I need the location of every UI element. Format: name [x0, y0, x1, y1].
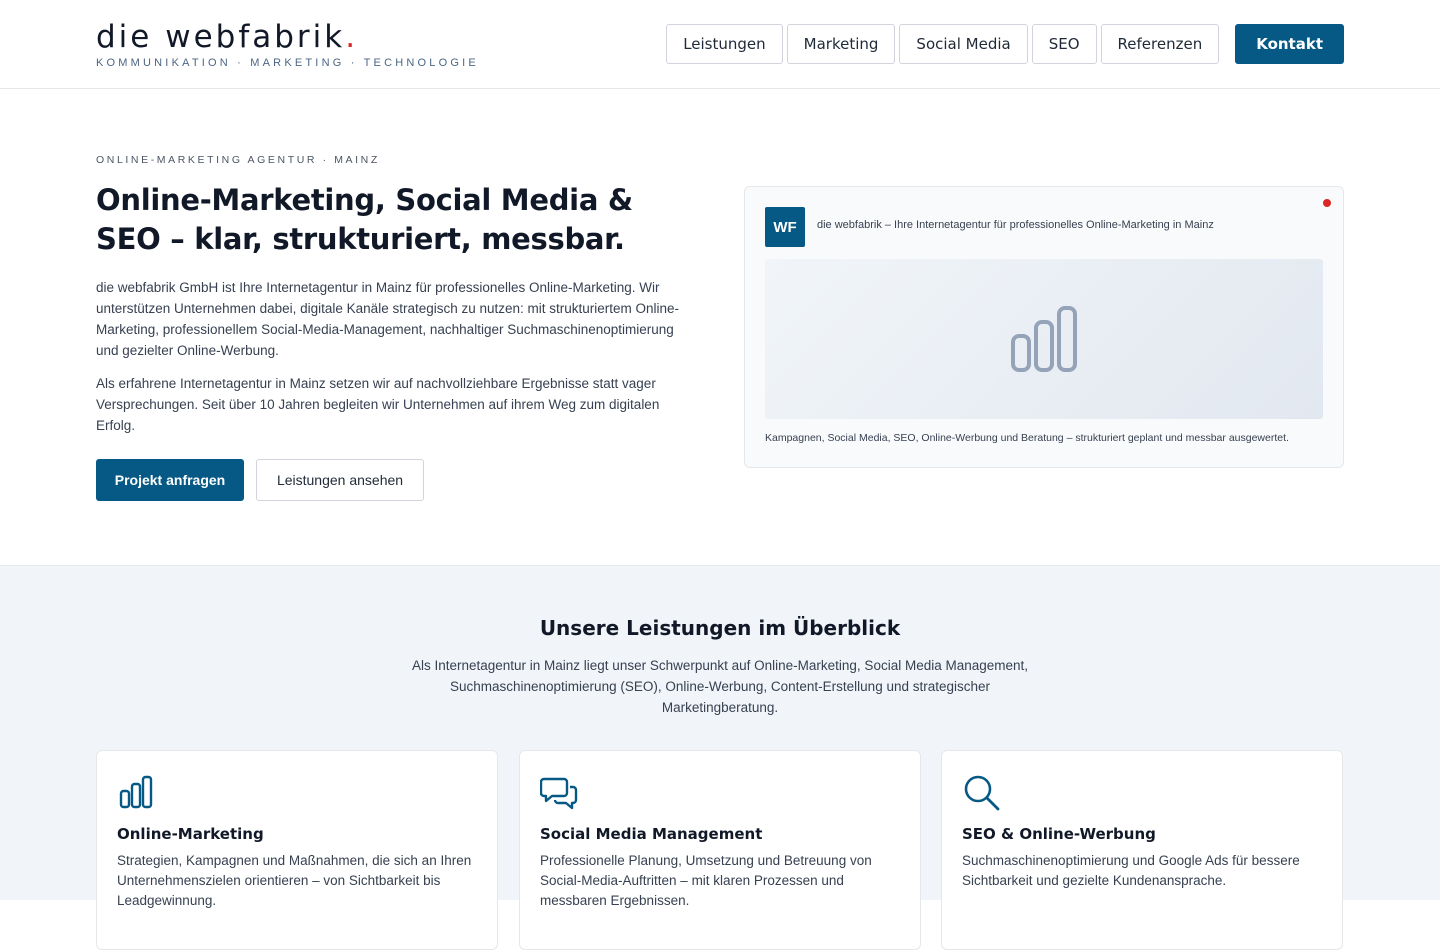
service-text: Suchmaschinenoptimierung und Google Ads … [962, 853, 1300, 888]
hero-paragraph: die webfabrik GmbH ist Ihre Internetagen… [96, 280, 680, 358]
logo-tagline: KOMMUNIKATION · MARKETING · TECHNOLOGIE [96, 57, 479, 69]
bar-chart-icon [1011, 306, 1077, 372]
service-card-social-media[interactable]: Social Media Management Professionelle P… [519, 750, 921, 950]
search-icon [964, 775, 1000, 811]
service-text: Professionelle Planung, Umsetzung und Be… [540, 853, 872, 908]
logo[interactable]: die webfabrik. KOMMUNIKATION · MARKETING… [96, 18, 479, 69]
card-header-text: die webfabrik – Ihre Internetagentur für… [817, 219, 1214, 231]
nav-item-referenzen[interactable]: Referenzen [1100, 24, 1220, 64]
hero-section: ONLINE-MARKETING AGENTUR · MAINZ Online-… [0, 89, 1440, 565]
services-title: Unsere Leistungen im Überblick [539, 616, 901, 640]
hero-paragraph: Als erfahrene Internetagentur in Mainz s… [96, 376, 660, 433]
service-title: Online-Marketing [117, 825, 264, 843]
nav-item-leistungen[interactable]: Leistungen [666, 24, 783, 64]
contact-button[interactable]: Kontakt [1235, 24, 1344, 64]
hero-title: Online-Marketing, Social Media & SEO – k… [96, 183, 633, 256]
service-text: Strategien, Kampagnen und Maßnahmen, die… [117, 853, 472, 908]
services-intro: Als Internetagentur in Mainz liegt unser… [411, 658, 1029, 715]
logo-dot: . [345, 19, 359, 55]
card-visual [765, 259, 1323, 419]
status-dot [1323, 199, 1331, 207]
card-caption: Kampagnen, Social Media, SEO, Online-Wer… [765, 432, 1289, 444]
hero-eyebrow: ONLINE-MARKETING AGENTUR · MAINZ [96, 154, 380, 166]
service-card-seo[interactable]: SEO & Online-Werbung Suchmaschinenoptimi… [941, 750, 1343, 950]
service-title: SEO & Online-Werbung [962, 825, 1156, 843]
nav-item-seo[interactable]: SEO [1031, 24, 1097, 64]
nav-item-marketing[interactable]: Marketing [786, 24, 896, 64]
services-section: Unsere Leistungen im Überblick Als Inter… [0, 565, 1440, 950]
logo-wordmark: die webfabrik. [96, 19, 359, 55]
service-title: Social Media Management [540, 825, 763, 843]
request-project-button[interactable]: Projekt anfragen [96, 459, 244, 501]
hero-card: WF die webfabrik – Ihre Internetagentur … [744, 186, 1344, 468]
main-nav: Leistungen Marketing Social Media SEO Re… [662, 24, 1344, 64]
nav-item-social-media[interactable]: Social Media [899, 24, 1028, 64]
site-header: die webfabrik. KOMMUNIKATION · MARKETING… [0, 0, 1440, 89]
chat-bubbles-icon [540, 777, 578, 810]
service-card-online-marketing[interactable]: Online-Marketing Strategien, Kampagnen u… [96, 750, 498, 950]
card-badge: WF [765, 207, 805, 247]
bar-chart-icon [119, 775, 153, 809]
view-services-button[interactable]: Leistungen ansehen [256, 459, 424, 501]
